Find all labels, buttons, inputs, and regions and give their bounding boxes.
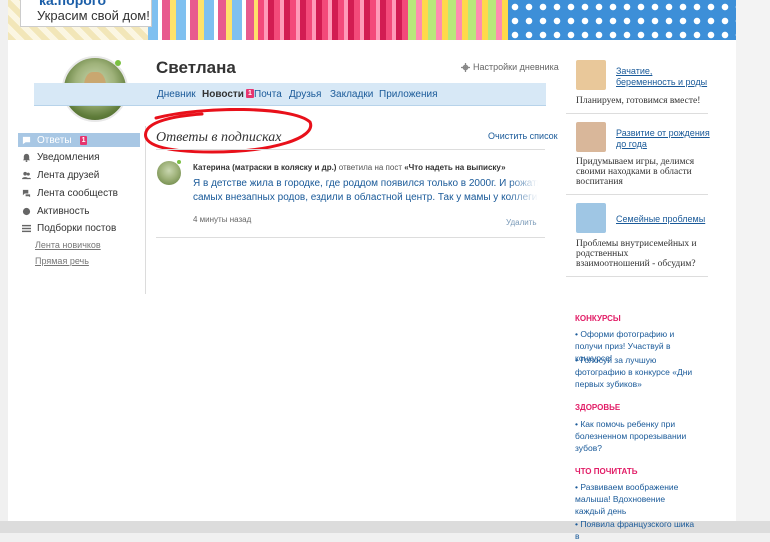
activity-dot-icon [22, 207, 31, 216]
featured-development[interactable]: Развитие от рождения до года Придумываем… [576, 122, 710, 187]
divider [156, 149, 545, 150]
featured-family-problems[interactable]: Семейные проблемы Проблемы внутрисемейны… [576, 203, 709, 273]
site-slogan: Украсим свой дом! [37, 8, 150, 23]
featured-pregnancy[interactable]: Зачатие, беременность и роды Планируем, … [576, 60, 709, 110]
sidebar-item-answers[interactable]: Ответы 1 [18, 133, 140, 147]
chat-icon [22, 189, 31, 198]
category-link[interactable]: • Как помочь ребенку при болезненном про… [575, 418, 695, 454]
comment-timestamp: 4 минуты назад [193, 215, 252, 224]
comment-header: Катерина (матраски в коляску и др.) отве… [193, 163, 506, 172]
category-link[interactable]: • Голосуй за лучшую фотографию в конкурс… [575, 354, 695, 390]
divider [156, 237, 545, 238]
logo-box[interactable]: ка.порого Украсим свой дом! [20, 0, 152, 27]
sidebar-item-post-collections[interactable]: Подборки постов [22, 223, 116, 234]
header-banner: ка.порого Украсим свой дом! [8, 0, 736, 40]
gear-icon [461, 62, 470, 72]
category-title: ЗДОРОВЬЕ [575, 403, 621, 412]
tab-friends[interactable]: Друзья [289, 89, 321, 100]
category-title: КОНКУРСЫ [575, 314, 621, 323]
category-link[interactable]: • Развиваем воображение малыша! Вдохнове… [575, 481, 695, 517]
clear-list-link[interactable]: Очистить список [488, 131, 558, 141]
category-title: ЧТО ПОЧИТАТЬ [575, 467, 638, 476]
site-logo: ка.порого [39, 0, 106, 8]
news-count-badge: 1 [245, 89, 254, 98]
people-icon [22, 171, 31, 180]
divider [566, 194, 708, 195]
sidebar-item-friends-feed[interactable]: Лента друзей [22, 170, 99, 181]
tab-mail[interactable]: Почта [254, 89, 282, 100]
sidebar-subitem-direct-speech[interactable]: Прямая речь [35, 256, 89, 266]
comment-author-avatar[interactable] [157, 161, 181, 185]
featured-thumbnail [576, 203, 606, 233]
featured-thumbnail [576, 122, 606, 152]
delete-comment-link[interactable]: Удалить [506, 218, 537, 227]
comment-text[interactable]: Я в детстве жила в городке, где роддом п… [193, 177, 538, 205]
tab-bookmarks[interactable]: Закладки [330, 89, 373, 100]
divider [566, 276, 708, 277]
tab-apps[interactable]: Приложения [379, 89, 438, 100]
right-gutter [736, 0, 770, 533]
category-link[interactable]: • Появила французского шика в [575, 518, 695, 542]
post-title-link[interactable]: «Что надеть на выписку» [404, 163, 505, 172]
user-name[interactable]: Светлана [156, 58, 236, 78]
bell-icon [22, 153, 31, 162]
online-status-icon [177, 160, 181, 164]
list-icon [22, 224, 31, 233]
answers-count-badge: 1 [79, 135, 88, 145]
sidebar-item-notifications[interactable]: Уведомления [22, 152, 100, 163]
tab-news[interactable]: Новости 1 [202, 89, 254, 100]
section-title: Ответы в подписках [156, 130, 282, 145]
featured-thumbnail [576, 60, 606, 90]
sidebar-item-communities-feed[interactable]: Лента сообществ [22, 188, 118, 199]
sidebar-subitem-newcomers-feed[interactable]: Лента новичков [35, 240, 101, 250]
diary-settings-link[interactable]: Настройки дневника [461, 62, 559, 72]
divider [566, 113, 708, 114]
sidebar-item-activity[interactable]: Активность [22, 206, 90, 217]
comment-author-link[interactable]: Катерина (матраски в коляску и др.) [193, 163, 336, 172]
online-status-icon [115, 60, 121, 66]
tab-diary[interactable]: Дневник [157, 89, 196, 100]
speech-bubble-icon [22, 136, 31, 144]
